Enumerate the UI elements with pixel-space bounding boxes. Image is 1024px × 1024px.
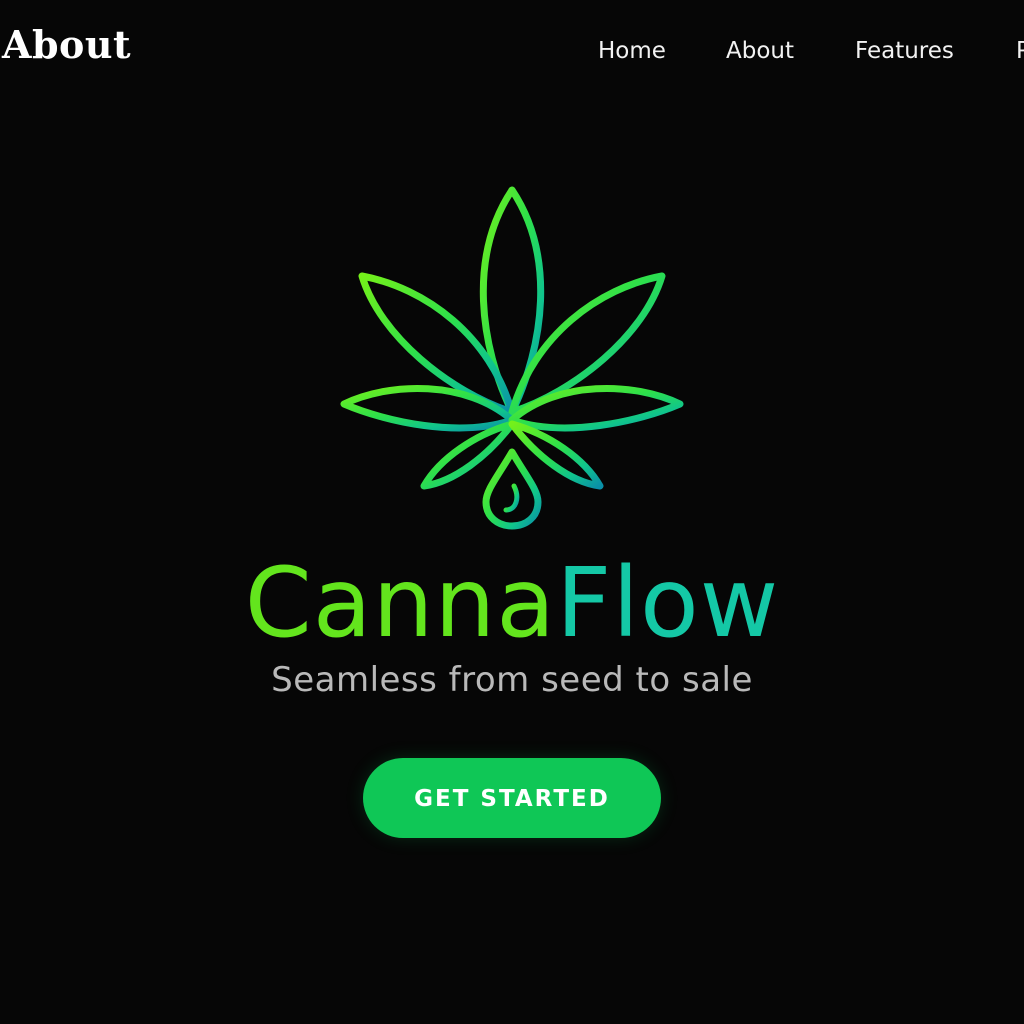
get-started-button[interactable]: GET STARTED bbox=[363, 758, 661, 838]
cannabis-leaf-icon bbox=[340, 186, 684, 530]
wordmark-flow: Flow bbox=[556, 547, 780, 659]
nav-home-link[interactable]: Home bbox=[598, 37, 666, 65]
top-nav: Home About Features P bbox=[598, 37, 1024, 67]
wordmark-canna: Canna bbox=[244, 547, 557, 659]
nav-about-link[interactable]: About bbox=[726, 37, 794, 65]
brand-wordmark: CannaFlow bbox=[0, 548, 1024, 658]
landing-page: About Home About Features P CannaFlow Se… bbox=[0, 0, 1024, 1024]
nav-features-link[interactable]: Features bbox=[855, 37, 954, 65]
hero-tagline: Seamless from seed to sale bbox=[271, 660, 753, 700]
nav-truncated-link[interactable]: P bbox=[1016, 37, 1024, 65]
brand-logo-text[interactable]: About bbox=[2, 26, 131, 64]
